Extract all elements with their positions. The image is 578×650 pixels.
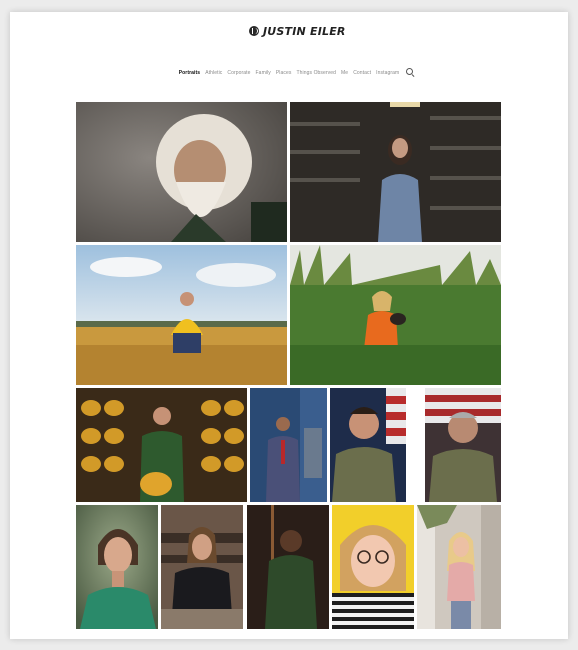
photo-soldier-senior[interactable] xyxy=(425,388,501,502)
photo-library-woman[interactable] xyxy=(290,102,501,242)
nav-item-places[interactable]: Places xyxy=(276,70,292,76)
photo-helmets-man[interactable] xyxy=(76,388,247,502)
nav-item-athletic[interactable]: Athletic xyxy=(205,70,222,76)
main-nav: Portraits Athletic Corporate Family Plac… xyxy=(0,68,578,77)
nav-item-instagram[interactable]: Instagram xyxy=(376,70,399,76)
nav-item-portraits[interactable]: Portraits xyxy=(179,70,200,76)
photo-glasses-girl[interactable] xyxy=(332,505,414,629)
photo-lab-man[interactable] xyxy=(250,388,327,502)
nav-item-corporate[interactable]: Corporate xyxy=(227,70,250,76)
photo-porch-woman[interactable] xyxy=(417,505,501,629)
photo-elderly-man[interactable] xyxy=(76,102,287,242)
nav-item-family[interactable]: Family xyxy=(256,70,271,76)
photo-soldier-young[interactable] xyxy=(330,388,406,502)
photo-wheat-field-man[interactable] xyxy=(76,245,287,385)
nav-item-things-observed[interactable]: Things Observed xyxy=(296,70,336,76)
nav-item-me[interactable]: Me xyxy=(341,70,348,76)
photo-staff-man[interactable] xyxy=(247,505,329,629)
search-icon[interactable] xyxy=(406,68,415,77)
nav-item-contact[interactable]: Contact xyxy=(353,70,371,76)
brand-name: JUSTIN EILER xyxy=(263,24,346,38)
logo-mark-icon xyxy=(249,26,259,36)
photo-green-dress-woman[interactable] xyxy=(76,505,158,629)
photo-classroom-woman[interactable] xyxy=(161,505,243,629)
photo-grass-woman[interactable] xyxy=(290,245,501,385)
site-logo[interactable]: JUSTIN EILER xyxy=(249,23,346,39)
